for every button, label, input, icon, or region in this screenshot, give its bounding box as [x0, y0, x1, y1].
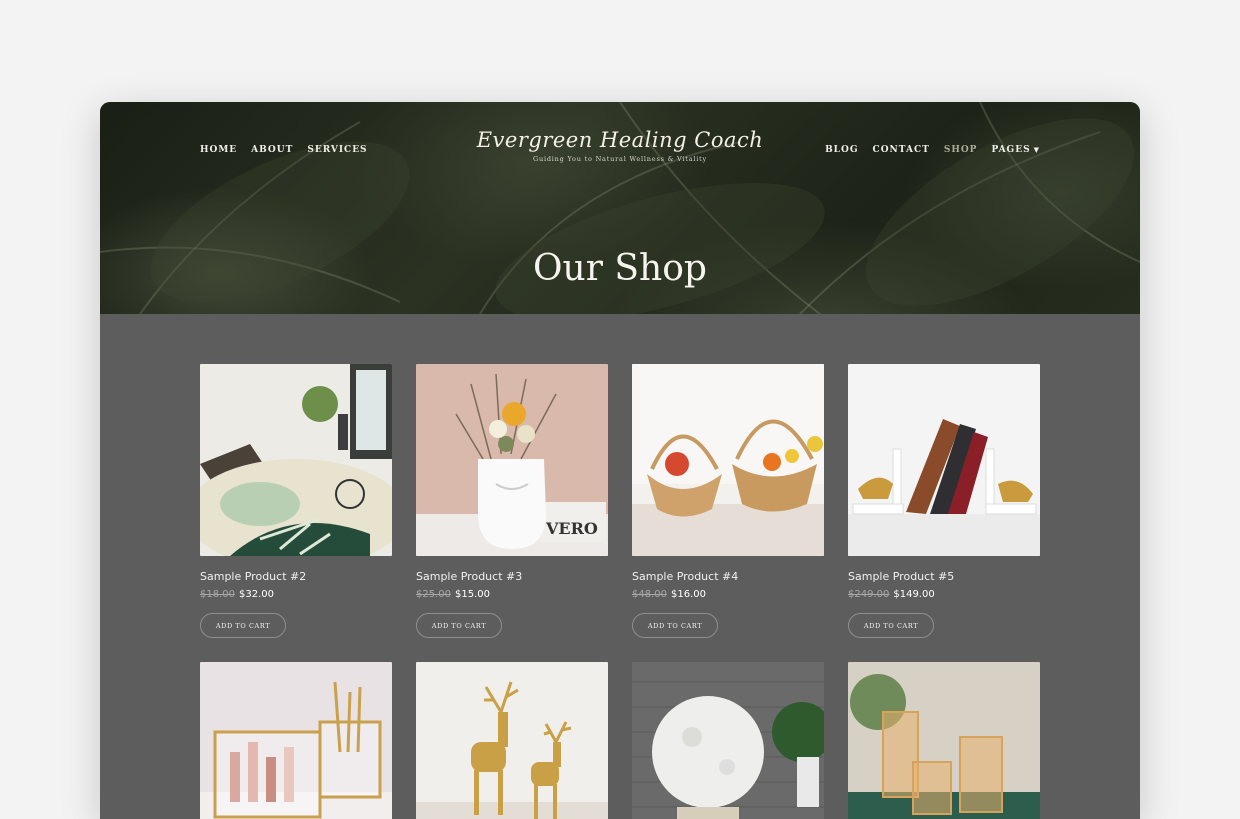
product-old-price: $18.00 [200, 589, 235, 600]
product-name[interactable]: Sample Product #5 [848, 570, 1040, 583]
product-image-rug[interactable] [200, 364, 392, 556]
chevron-down-icon: ▼ [1033, 145, 1040, 154]
product-old-price: $25.00 [416, 589, 451, 600]
product-card: VERO Sample Product #3 $25.00 $15.00 ADD … [416, 364, 608, 638]
product-image-organizer[interactable] [200, 662, 392, 819]
product-image-deer[interactable] [416, 662, 608, 819]
product-card [416, 662, 608, 819]
product-price: $25.00 $15.00 [416, 589, 608, 600]
product-card [632, 662, 824, 819]
product-sale-price: $16.00 [671, 589, 706, 600]
add-to-cart-button[interactable]: ADD TO CART [416, 613, 502, 638]
product-old-price: $249.00 [848, 589, 890, 600]
page-title: Our Shop [533, 248, 707, 290]
product-price: $249.00 $149.00 [848, 589, 1040, 600]
svg-text:VERO: VERO [545, 519, 598, 538]
nav-contact[interactable]: CONTACT [873, 145, 930, 155]
add-to-cart-button[interactable]: ADD TO CART [200, 613, 286, 638]
product-name[interactable]: Sample Product #4 [632, 570, 824, 583]
product-image-bookends[interactable] [848, 364, 1040, 556]
nav-blog[interactable]: BLOG [825, 145, 858, 155]
product-card [200, 662, 392, 819]
brand-tagline: Guiding You to Natural Wellness & Vitali… [532, 155, 708, 163]
product-card [848, 662, 1040, 819]
add-to-cart-button[interactable]: ADD TO CART [848, 613, 934, 638]
nav-pages[interactable]: PAGES ▼ [991, 145, 1040, 155]
primary-nav-right: BLOG CONTACT SHOP PAGES ▼ [825, 145, 1040, 155]
product-image-vase[interactable]: VERO [416, 364, 608, 556]
product-name[interactable]: Sample Product #2 [200, 570, 392, 583]
product-sale-price: $15.00 [455, 589, 490, 600]
product-card: Sample Product #2 $18.00 $32.00 ADD TO CA… [200, 364, 392, 638]
product-image-moon-lamp[interactable] [632, 662, 824, 819]
product-image-candle-holders[interactable] [848, 662, 1040, 819]
product-card: Sample Product #4 $48.00 $16.00 ADD TO CA… [632, 364, 824, 638]
product-price: $48.00 $16.00 [632, 589, 824, 600]
hero-header: HOME ABOUT SERVICES Evergreen Healing Co… [100, 102, 1140, 314]
product-sale-price: $149.00 [893, 589, 935, 600]
nav-shop[interactable]: SHOP [944, 145, 978, 155]
add-to-cart-button[interactable]: ADD TO CART [632, 613, 718, 638]
product-old-price: $48.00 [632, 589, 667, 600]
product-card: Sample Product #5 $249.00 $149.00 ADD TO … [848, 364, 1040, 638]
product-image-baskets[interactable] [632, 364, 824, 556]
browser-frame: HOME ABOUT SERVICES Evergreen Healing Co… [100, 102, 1140, 819]
product-sale-price: $32.00 [239, 589, 274, 600]
nav-pages-label: PAGES [991, 145, 1031, 155]
product-name[interactable]: Sample Product #3 [416, 570, 608, 583]
product-grid: Sample Product #2 $18.00 $32.00 ADD TO CA… [200, 364, 1040, 819]
product-price: $18.00 $32.00 [200, 589, 392, 600]
